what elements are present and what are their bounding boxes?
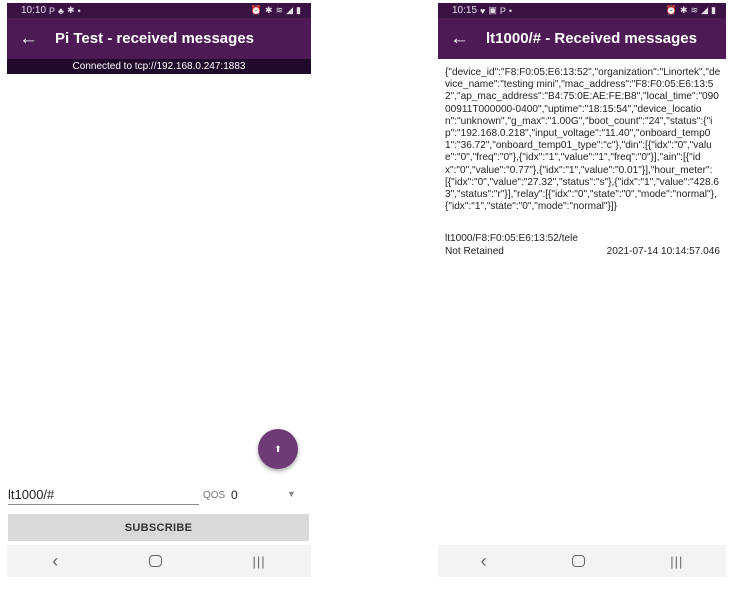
message-topic: lt1000/F8:F0:05:E6:13:52/tele (445, 233, 578, 245)
app-bar: ← Pi Test - received messages (7, 18, 311, 59)
phone-screen-right: 10:15 ♥ ▣ P • ⏰ ✱ ≋ ◢ ▮ ← lt1000/# - Rec… (438, 3, 726, 577)
notification-icon: P (49, 5, 56, 16)
wifi-icon: ≋ (275, 5, 284, 15)
retained-status: Not Retained (445, 246, 504, 258)
status-bar: 10:15 ♥ ▣ P • ⏰ ✱ ≋ ◢ ▮ (438, 3, 726, 18)
back-arrow-icon[interactable]: ← (450, 28, 480, 50)
upload-icon: ⬆ (274, 443, 282, 454)
publish-fab-button[interactable]: ⬆ (258, 429, 298, 469)
connection-status: Connected to tcp://192.168.0.247:1883 (7, 59, 311, 74)
nav-home-icon[interactable] (571, 555, 585, 567)
notification-icon: ✱ (66, 5, 75, 15)
page-title: lt1000/# - Received messages (486, 30, 697, 47)
bluetooth-icon: ✱ (265, 5, 273, 15)
message-item[interactable]: {"device_id":"F8:F0:05:E6:13:52","organi… (438, 59, 726, 257)
message-timestamp: 2021-07-14 10:14:57.046 (606, 246, 720, 258)
battery-icon: ▮ (296, 5, 301, 15)
notification-icon: ♣ (58, 5, 64, 16)
notification-icon: P (499, 5, 506, 16)
subscribe-button[interactable]: SUBSCRIBE (8, 514, 309, 541)
nav-back-icon[interactable]: ‹ (481, 551, 487, 572)
message-payload: {"device_id":"F8:F0:05:E6:13:52","organi… (445, 67, 721, 213)
qos-select[interactable]: 0 (231, 488, 238, 502)
system-nav-bar: ‹ ||| (7, 545, 311, 577)
notification-dot-icon: • (77, 5, 81, 16)
signal-icon: ◢ (701, 5, 709, 15)
status-bar: 10:10 P ♣ ✱ • ⏰ ✱ ≋ ◢ ▮ (7, 3, 311, 18)
system-nav-bar: ‹ ||| (438, 545, 726, 577)
nav-home-icon[interactable] (148, 555, 162, 567)
message-meta: Not Retained 2021-07-14 10:14:57.046 (438, 244, 726, 257)
phone-screen-left: 10:10 P ♣ ✱ • ⏰ ✱ ≋ ◢ ▮ ← Pi Test - rece… (7, 3, 311, 577)
notification-icon: ♥ (480, 5, 486, 16)
notification-icon: ▣ (488, 5, 497, 15)
bluetooth-icon: ✱ (680, 5, 688, 15)
page-title: Pi Test - received messages (55, 30, 254, 47)
app-bar: ← lt1000/# - Received messages (438, 18, 726, 59)
qos-label: QOS (203, 490, 226, 501)
signal-icon: ◢ (286, 5, 294, 15)
nav-recents-icon[interactable]: ||| (670, 554, 683, 569)
nav-back-icon[interactable]: ‹ (52, 551, 58, 572)
clock: 10:10 (21, 5, 47, 16)
notification-dot-icon: • (508, 5, 513, 16)
nav-recents-icon[interactable]: ||| (253, 554, 266, 569)
alarm-icon: ⏰ (250, 5, 263, 15)
clock: 10:15 (452, 5, 478, 16)
dropdown-arrow-icon[interactable]: ▼ (287, 489, 296, 499)
topic-input[interactable] (8, 485, 199, 505)
battery-icon: ▮ (711, 5, 716, 15)
topic-row: QOS 0 ▼ (7, 483, 311, 507)
alarm-icon: ⏰ (665, 5, 678, 15)
wifi-icon: ≋ (690, 5, 699, 15)
back-arrow-icon[interactable]: ← (19, 28, 49, 50)
